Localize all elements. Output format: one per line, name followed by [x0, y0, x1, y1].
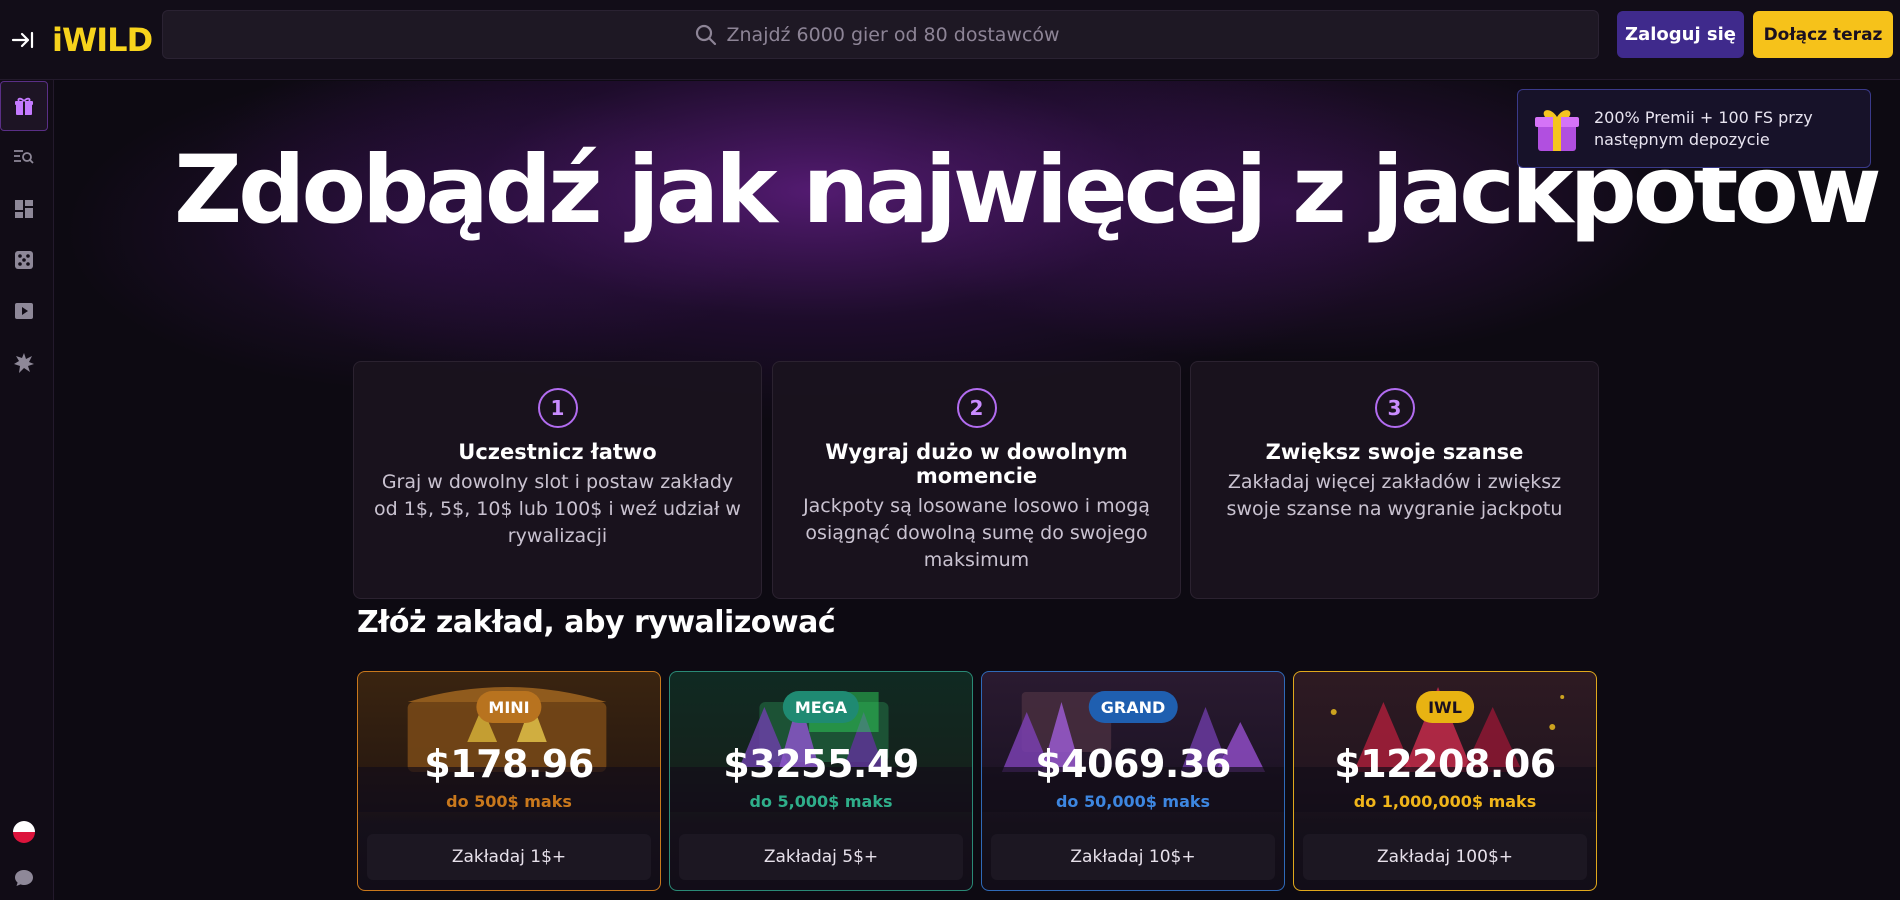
search-input[interactable]	[726, 23, 1067, 46]
jackpot-amount: $3255.49	[723, 742, 919, 786]
jackpot-card-mini: MINI $178.96 do 500$ maks Zakładaj 1$+	[357, 671, 661, 891]
poland-flag-icon	[13, 821, 35, 843]
gift-icon	[15, 97, 33, 115]
step-number: 1	[537, 388, 578, 428]
section-title: Złóż zakład, aby rywalizować	[357, 605, 836, 640]
sidebar-item-specials[interactable]	[0, 338, 48, 388]
step-number: 2	[956, 388, 997, 428]
search-list-icon	[14, 150, 34, 164]
tier-badge: IWL	[1416, 691, 1474, 723]
tier-badge: GRAND	[1088, 691, 1178, 723]
hero-section: Zdobądź jak najwięcej z jackpotów 1 Ucze…	[55, 81, 1900, 900]
burst-icon	[14, 353, 34, 373]
sidebar	[0, 80, 54, 900]
step-description: Graj w dowolny slot i postaw zakłady od …	[374, 471, 741, 547]
logo[interactable]: iWILD	[52, 21, 153, 59]
search-bar[interactable]	[162, 10, 1599, 59]
promo-banner[interactable]: 200% Premii + 100 FS przy następnym depo…	[1517, 89, 1871, 168]
step-description: Zakładaj więcej zakładów i zwiększ swoje…	[1226, 471, 1563, 520]
step-card-2: 2 Wygraj dużo w dowolnym momencie Jackpo…	[772, 361, 1181, 599]
chat-button[interactable]	[0, 853, 48, 900]
sidebar-item-promotions[interactable]	[0, 81, 48, 131]
chat-icon	[15, 870, 33, 886]
step-description: Jackpoty są losowane losowo i mogą osiąg…	[803, 495, 1150, 571]
sidebar-item-casino[interactable]	[0, 235, 48, 285]
login-button[interactable]: Zaloguj się	[1617, 11, 1744, 58]
step-title: Zwiększ swoje szanse	[1265, 440, 1524, 464]
step-number: 3	[1374, 388, 1415, 428]
jackpot-card-iwl: IWL $12208.06 do 1,000,000$ maks Zakłada…	[1293, 671, 1597, 891]
jackpot-amount: $178.96	[424, 742, 594, 786]
tier-badge: MEGA	[782, 691, 860, 723]
step-card-1: 1 Uczestnicz łatwo Graj w dowolny slot i…	[353, 361, 762, 599]
jackpot-max: do 500$ maks	[446, 792, 572, 811]
sidebar-item-live[interactable]	[0, 286, 48, 336]
join-button[interactable]: Dołącz teraz	[1753, 11, 1893, 58]
expand-sidebar-icon[interactable]	[0, 0, 46, 80]
gift-box-icon	[1535, 109, 1579, 151]
jackpot-card-mega: MEGA $3255.49 do 5,000$ maks Zakładaj 5$…	[669, 671, 973, 891]
play-icon	[15, 303, 33, 319]
language-selector[interactable]	[0, 807, 48, 857]
dice-icon	[15, 251, 33, 269]
bet-button[interactable]: Zakładaj 5$+	[679, 834, 963, 880]
step-card-3: 3 Zwiększ swoje szanse Zakładaj więcej z…	[1190, 361, 1599, 599]
bet-button[interactable]: Zakładaj 10$+	[991, 834, 1275, 880]
step-title: Wygraj dużo w dowolnym momencie	[825, 440, 1128, 488]
promo-text: 200% Premii + 100 FS przy następnym depo…	[1594, 107, 1813, 149]
jackpot-amount: $12208.06	[1334, 742, 1556, 786]
jackpot-max: do 1,000,000$ maks	[1353, 792, 1537, 811]
jackpot-card-grand: GRAND $4069.36 do 50,000$ maks Zakładaj …	[981, 671, 1285, 891]
dashboard-icon	[15, 200, 33, 218]
bet-button[interactable]: Zakładaj 100$+	[1303, 834, 1587, 880]
step-title: Uczestnicz łatwo	[458, 440, 657, 464]
sidebar-item-search[interactable]	[0, 132, 48, 182]
bet-button[interactable]: Zakładaj 1$+	[367, 834, 651, 880]
sidebar-item-lobby[interactable]	[0, 184, 48, 234]
jackpot-amount: $4069.36	[1035, 742, 1231, 786]
tier-badge: MINI	[476, 691, 542, 723]
jackpot-max: do 50,000$ maks	[1055, 792, 1211, 811]
jackpot-max: do 5,000$ maks	[749, 792, 893, 811]
search-icon	[695, 24, 716, 45]
